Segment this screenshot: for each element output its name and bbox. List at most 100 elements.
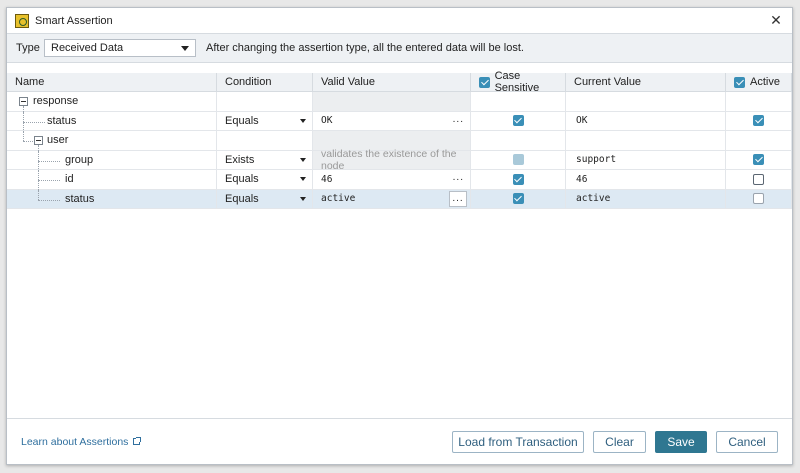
header-active-label: Active	[750, 76, 780, 88]
name-cell: response	[7, 92, 217, 112]
condition-value: Equals	[225, 173, 259, 186]
tree-line	[23, 121, 45, 123]
collapse-icon[interactable]	[19, 97, 28, 106]
node-name: response	[33, 95, 79, 107]
condition-dropdown[interactable]: Equals	[217, 170, 313, 189]
active-cell	[726, 92, 792, 111]
grid-header: Name Condition Valid Value Case Sensitiv…	[7, 70, 792, 94]
type-select[interactable]: Received Data	[44, 39, 196, 57]
active-checkbox[interactable]	[753, 115, 764, 127]
condition-value: Exists	[225, 153, 255, 166]
title-bar: Smart Assertion ✕	[7, 8, 792, 33]
condition-dropdown[interactable]: Equals	[217, 111, 313, 130]
table-row[interactable]: group Exists validates the existence of …	[7, 147, 792, 172]
dialog-title: Smart Assertion	[35, 14, 113, 27]
case-sensitive-cell	[471, 92, 566, 111]
active-all-checkbox[interactable]	[734, 76, 745, 88]
case-sensitive-checkbox[interactable]	[512, 173, 524, 185]
node-name: status	[47, 114, 77, 127]
ellipsis-button[interactable]: ...	[453, 114, 464, 125]
active-cell	[726, 131, 792, 150]
header-active[interactable]: Active	[726, 73, 792, 91]
table-row[interactable]: response	[7, 92, 792, 112]
case-sensitive-cell	[471, 170, 566, 189]
current-value-cell: 46	[566, 170, 726, 189]
header-name[interactable]: Name	[7, 73, 217, 91]
close-icon[interactable]: ✕	[768, 12, 784, 29]
chevron-down-icon	[300, 196, 306, 201]
valid-value-text: OK	[321, 115, 333, 127]
ellipsis-button[interactable]: ...	[449, 190, 467, 207]
name-cell: user	[7, 131, 217, 151]
active-checkbox[interactable]	[753, 154, 764, 166]
current-value-cell	[566, 92, 726, 111]
table-row[interactable]: status Equals active ... active	[7, 189, 792, 209]
chevron-down-icon	[300, 118, 306, 123]
node-name: group	[65, 153, 94, 166]
chevron-down-icon	[300, 177, 306, 181]
tree-line	[38, 199, 60, 201]
case-sensitive-checkbox[interactable]	[512, 193, 524, 205]
learn-assertions-label: Learn about Assertions	[21, 435, 129, 448]
header-case-sensitive[interactable]: Case Sensitive	[471, 70, 566, 94]
table-row[interactable]: status Equals OK ... OK	[7, 111, 792, 132]
current-value-cell: support	[566, 150, 726, 169]
case-sensitive-cell	[471, 150, 566, 169]
current-value-cell: active	[566, 189, 726, 208]
tree-line	[38, 180, 60, 181]
collapse-icon[interactable]	[34, 136, 43, 145]
header-valid-value[interactable]: Valid Value	[313, 73, 471, 91]
chevron-down-icon	[300, 157, 306, 162]
active-cell	[726, 170, 792, 189]
case-sensitive-checkbox[interactable]	[512, 115, 524, 127]
load-from-transaction-button[interactable]: Load from Transaction	[452, 430, 584, 453]
valid-value-cell[interactable]: OK ...	[313, 111, 471, 130]
header-case-sensitive-label: Case Sensitive	[494, 70, 540, 94]
name-cell: group	[7, 150, 217, 171]
smart-assertion-dialog: Smart Assertion ✕ Type Received Data Aft…	[6, 7, 793, 465]
node-name: id	[65, 173, 74, 185]
name-cell: id	[7, 170, 217, 190]
active-checkbox[interactable]	[753, 173, 764, 185]
tree-line	[38, 189, 39, 200]
case-sensitive-all-checkbox[interactable]	[479, 76, 490, 88]
type-change-warning: After changing the assertion type, all t…	[206, 42, 524, 54]
valid-value-hint: validates the existence of the node	[321, 147, 457, 172]
case-sensitive-checkbox	[512, 154, 524, 166]
cancel-button[interactable]: Cancel	[716, 430, 778, 453]
valid-value-cell: validates the existence of the node	[313, 147, 471, 172]
type-bar: Type Received Data After changing the as…	[7, 33, 792, 63]
condition-cell	[217, 92, 313, 111]
condition-dropdown[interactable]: Equals	[217, 189, 313, 208]
table-row[interactable]: id Equals 46 ... 46	[7, 170, 792, 190]
dialog-footer: Learn about Assertions Load from Transac…	[7, 418, 792, 464]
ellipsis-button[interactable]: ...	[453, 172, 464, 183]
active-cell	[726, 111, 792, 130]
tree-line	[23, 131, 24, 141]
valid-value-cell[interactable]: 46 ...	[313, 170, 471, 189]
node-name: user	[47, 134, 69, 146]
condition-dropdown[interactable]: Exists	[217, 150, 313, 169]
condition-value: Equals	[225, 114, 259, 127]
clear-button[interactable]: Clear	[593, 430, 646, 453]
valid-value-cell	[313, 92, 471, 111]
active-cell	[726, 189, 792, 208]
current-value-cell	[566, 131, 726, 150]
tree-line	[23, 141, 33, 142]
name-cell: status	[7, 111, 217, 132]
header-current-value[interactable]: Current Value	[566, 73, 726, 91]
case-sensitive-cell	[471, 189, 566, 208]
type-label: Type	[16, 42, 40, 54]
active-checkbox[interactable]	[753, 193, 764, 205]
condition-value: Equals	[225, 192, 259, 205]
learn-assertions-link[interactable]: Learn about Assertions	[21, 435, 142, 448]
tree-line	[38, 160, 60, 162]
footer-buttons: Load from Transaction Clear Save Cancel	[452, 430, 778, 453]
condition-cell	[217, 131, 313, 150]
external-link-icon	[133, 437, 142, 445]
header-condition[interactable]: Condition	[217, 73, 313, 91]
valid-value-cell[interactable]: active ...	[313, 189, 471, 208]
save-button[interactable]: Save	[655, 430, 707, 453]
app-icon	[15, 13, 29, 28]
active-cell	[726, 150, 792, 169]
